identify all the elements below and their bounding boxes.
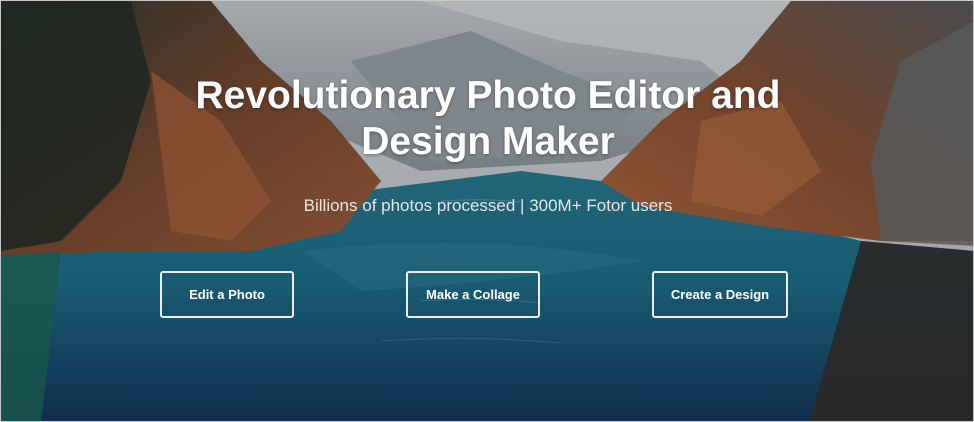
hero-headline-line-1: Revolutionary Photo Editor and	[195, 74, 781, 117]
hero-subheadline: Billions of photos processed | 300M+ Fot…	[303, 196, 673, 215]
hero-headline: Revolutionary Photo Editor and Design Ma…	[1, 73, 973, 165]
edit-photo-button[interactable]: Edit a Photo	[160, 271, 294, 318]
create-design-button[interactable]: Create a Design	[652, 271, 788, 318]
hero-banner: Revolutionary Photo Editor and Design Ma…	[0, 0, 974, 422]
hero-headline-line-2: Design Maker	[361, 120, 615, 163]
make-collage-button[interactable]: Make a Collage	[406, 271, 540, 318]
